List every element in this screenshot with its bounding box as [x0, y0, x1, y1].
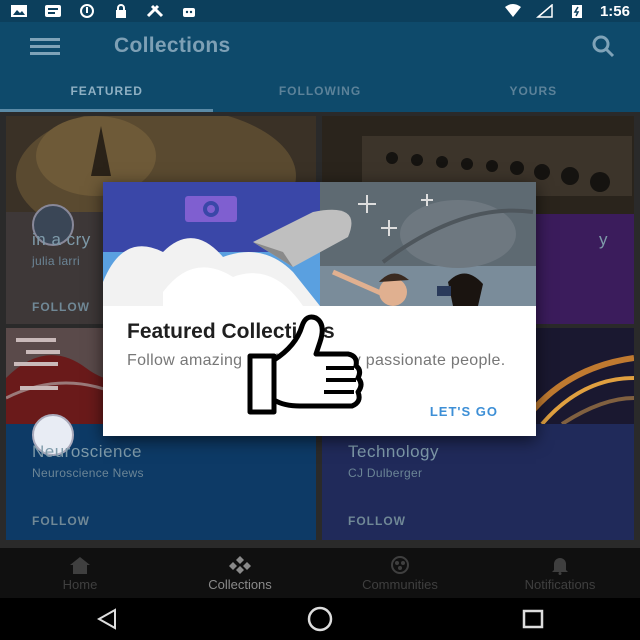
nav-label: Notifications: [524, 576, 596, 592]
image-icon: [11, 5, 27, 17]
system-navigation: [0, 598, 640, 640]
home-icon: [70, 556, 90, 574]
back-icon[interactable]: [92, 604, 122, 634]
tools-icon: [146, 4, 164, 18]
nav-label: Communities: [362, 576, 438, 592]
app-bar: Collections: [0, 22, 640, 70]
tab-yours[interactable]: YOURS: [427, 70, 640, 112]
status-bar: 1:56: [0, 0, 640, 22]
nav-label: Home: [62, 576, 98, 592]
android-icon: [183, 8, 195, 17]
lets-go-button[interactable]: LET'S GO: [430, 404, 498, 419]
circle-info-icon: [80, 4, 94, 18]
nav-label: Collections: [208, 576, 272, 592]
follow-button[interactable]: FOLLOW: [32, 514, 90, 528]
search-icon[interactable]: [590, 33, 616, 59]
home-circle-icon[interactable]: [305, 604, 335, 634]
nav-collections[interactable]: Collections: [160, 548, 320, 598]
tab-featured[interactable]: FEATURED: [0, 70, 214, 112]
menu-icon[interactable]: [30, 37, 60, 55]
card-author: Neuroscience News: [32, 466, 144, 480]
bell-icon: [552, 557, 568, 575]
follow-button[interactable]: FOLLOW: [32, 300, 90, 314]
nav-home[interactable]: Home: [0, 548, 160, 598]
bottom-navigation: Home Collections Communities Notificatio…: [0, 548, 640, 598]
message-icon: [45, 5, 61, 17]
card-title: Neuroscience: [32, 442, 142, 461]
nav-communities[interactable]: Communities: [320, 548, 480, 598]
dialog-illustration: [103, 182, 536, 306]
tab-bar: FEATURED FOLLOWING YOURS: [0, 70, 640, 112]
tab-following[interactable]: FOLLOWING: [213, 70, 426, 112]
card-title: Technology: [348, 442, 440, 461]
signal-off-icon: [535, 4, 553, 18]
card-author: CJ Dulberger: [348, 466, 423, 480]
lock-icon: [116, 4, 126, 18]
follow-button[interactable]: FOLLOW: [348, 514, 406, 528]
communities-icon: [391, 555, 409, 574]
nav-notifications[interactable]: Notifications: [480, 548, 640, 598]
collections-icon: [229, 555, 251, 574]
wifi-icon: [504, 4, 521, 17]
clock: 1:56: [599, 2, 630, 20]
battery-charging-icon: [571, 5, 582, 18]
recents-icon[interactable]: [518, 604, 548, 634]
thumbs-up-icon: [247, 314, 364, 415]
page-title: Collections: [114, 34, 231, 57]
